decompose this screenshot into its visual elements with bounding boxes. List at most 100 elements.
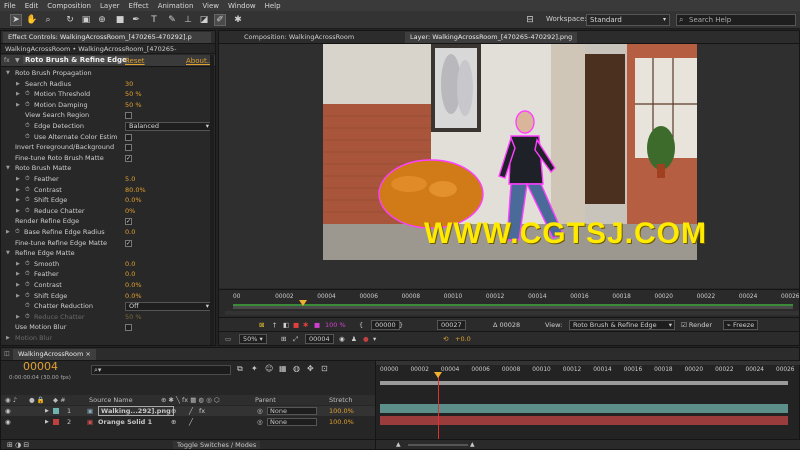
menu-item-help[interactable]: Help [265, 2, 281, 10]
stopwatch-icon[interactable]: ⏱ [25, 195, 30, 206]
stopwatch-icon[interactable]: ⏱ [15, 227, 20, 238]
tab-timeline[interactable]: WalkingAcrossRoom × [13, 349, 96, 360]
layer-navigator[interactable] [225, 311, 799, 315]
effect-property-value[interactable]: 80.0% [125, 185, 146, 196]
effect-property-dropdown[interactable]: Balanced ▾ [125, 122, 212, 131]
shy-switch-icon[interactable]: ⊕ [171, 406, 176, 416]
timeline-tracks[interactable]: 00000 00002 00004 00006 00008 00010 00012 00014… [375, 361, 800, 449]
exposure-value[interactable]: +0.0 [455, 334, 471, 344]
menu-item-layer[interactable]: Layer [100, 2, 120, 10]
safe-margins-icon[interactable]: ⊞ [281, 334, 286, 344]
puppet-pin-tool-icon[interactable]: ✱ [232, 14, 244, 26]
source-name-header[interactable]: Source Name [89, 395, 133, 405]
render-queue-icon[interactable]: ◫ [4, 350, 10, 357]
fit-icon[interactable]: ⤢ [293, 334, 298, 344]
effect-controls-scrollbar[interactable] [210, 55, 214, 345]
disclosure-closed-icon[interactable]: ▶ [16, 269, 20, 280]
workspace-select[interactable]: Standard ▾ [586, 14, 670, 26]
out-frame-field[interactable]: 00027 [437, 320, 466, 330]
effect-property-checkbox[interactable]: ✓ [125, 218, 132, 226]
effect-property-checkbox[interactable] [125, 144, 132, 152]
in-frame-field[interactable]: 00000 [371, 320, 400, 330]
effect-property-value[interactable]: 50 % [125, 100, 142, 111]
timecode[interactable]: 00004 [23, 361, 58, 373]
stopwatch-icon[interactable]: ⏱ [25, 185, 30, 196]
snapshot-icon[interactable]: ◉ [339, 334, 345, 344]
stopwatch-icon[interactable]: ⏱ [25, 206, 30, 217]
clone-stamp-tool-icon[interactable]: ⊥ [182, 14, 194, 26]
disclosure-open-icon[interactable]: ▼ [15, 57, 20, 64]
reset-link[interactable]: Reset [125, 57, 145, 65]
magnification-select[interactable]: 50% ▾ [239, 334, 267, 344]
expand-pane-icon[interactable]: ⊞ ◑ ⊟ [7, 441, 29, 449]
disclosure-closed-icon[interactable]: ▶ [16, 79, 20, 90]
stopwatch-icon[interactable]: ⏱ [25, 89, 30, 100]
stopwatch-icon[interactable]: ⏱ [25, 121, 30, 132]
visibility-eye-icon[interactable]: ◉ [5, 417, 11, 427]
stopwatch-icon[interactable]: ⏱ [25, 280, 30, 291]
shy-layers-icon[interactable]: ☺ [265, 364, 273, 373]
tab-composition[interactable]: Composition: WalkingAcrossRoom [239, 32, 359, 43]
time-navigator[interactable] [376, 361, 800, 365]
resolution-select-icon[interactable]: ▾ [373, 334, 376, 344]
tab-layer[interactable]: Layer: WalkingAcrossRoom_[470265-470292]… [405, 32, 578, 43]
toggle-switches-modes-button[interactable]: Toggle Switches / Modes [173, 441, 261, 449]
preview-toggle-icon[interactable]: ▭ [225, 334, 231, 344]
effect-property-dropdown[interactable]: Off ▾ [125, 302, 212, 312]
disclosure-closed-icon[interactable]: ▶ [45, 406, 49, 416]
disclosure-closed-icon[interactable]: ▶ [16, 89, 20, 100]
disclosure-closed-icon[interactable]: ▶ [16, 206, 20, 217]
current-time-line[interactable] [438, 375, 440, 449]
viewer-canvas[interactable]: WWW.CGTSJ.COM [219, 44, 799, 288]
disclosure-closed-icon[interactable]: ▶ [16, 280, 20, 291]
stopwatch-icon[interactable]: ⏱ [25, 291, 30, 302]
stretch-value[interactable]: 100.0% [329, 406, 354, 416]
disclosure-closed-icon[interactable]: ▶ [16, 100, 20, 111]
stopwatch-icon[interactable]: ⏱ [25, 312, 30, 323]
brainstorm-icon[interactable]: ✥ [307, 364, 314, 373]
parent-select[interactable]: None [267, 407, 317, 415]
effect-property-value[interactable]: 0.0 [125, 259, 135, 270]
disclosure-closed-icon[interactable]: ▶ [16, 174, 20, 185]
zoom-slider[interactable] [408, 444, 468, 446]
layer-name[interactable]: Walking...292].png [98, 406, 174, 416]
exposure-reset-icon[interactable]: ⟲ [443, 334, 448, 344]
disclosure-open-icon[interactable]: ▼ [6, 68, 10, 79]
menu-item-composition[interactable]: Composition [47, 2, 91, 10]
zoom-in-icon[interactable]: ▲ [470, 441, 475, 448]
effect-property-checkbox[interactable] [125, 324, 132, 332]
effect-property-checkbox[interactable]: ✓ [125, 239, 132, 247]
effect-property-value[interactable]: 0.0 [125, 269, 135, 280]
quality-switch-icon[interactable]: ╱ [189, 417, 193, 427]
always-preview-icon[interactable]: ⊠ [259, 320, 264, 330]
toggle-alpha-icon[interactable]: † [273, 320, 276, 330]
effect-property-value[interactable]: 0.0% [125, 291, 142, 302]
menu-item-edit[interactable]: Edit [25, 2, 39, 10]
current-time-indicator-icon[interactable] [299, 300, 307, 306]
stretch-header[interactable]: Stretch [329, 395, 352, 405]
effect-property-value[interactable]: 0.0% [125, 280, 142, 291]
rotate-tool-icon[interactable]: ↻ [64, 14, 76, 26]
layer-row[interactable]: ◉ ▶ 1 ▣ Walking...292].png ⊕ ╱ fx ◎ None 100.0% [1, 406, 375, 416]
stretch-value[interactable]: 100.0% [329, 417, 354, 427]
disclosure-closed-icon[interactable]: ▶ [16, 291, 20, 302]
graph-editor-icon[interactable]: ⊡ [321, 364, 328, 373]
effect-property-checkbox[interactable] [125, 112, 132, 120]
overlay-opacity[interactable]: 100 % [325, 320, 346, 330]
pan-behind-tool-icon[interactable]: ⊕ [96, 14, 108, 26]
disclosure-open-icon[interactable]: ▼ [6, 248, 10, 259]
stopwatch-icon[interactable]: ⏱ [25, 174, 30, 185]
menu-item-view[interactable]: View [202, 2, 219, 10]
selection-tool-icon[interactable]: ➤ [10, 14, 22, 26]
parent-header[interactable]: Parent [255, 395, 276, 405]
current-time-indicator-icon[interactable] [434, 372, 443, 378]
effect-property-value[interactable]: 50 % [125, 312, 142, 323]
menu-item-animation[interactable]: Animation [158, 2, 194, 10]
motion-blur-icon[interactable]: ◍ [293, 364, 300, 373]
search-help-input[interactable]: ⌕ Search Help [676, 14, 796, 26]
layer-bar-2[interactable] [380, 416, 788, 425]
overlay-color-icon[interactable]: ■ [314, 320, 320, 330]
effect-property-value[interactable]: 50 % [125, 89, 142, 100]
shy-switch-icon[interactable]: ⊕ [171, 417, 176, 427]
effect-property-value[interactable]: 0% [125, 206, 135, 217]
